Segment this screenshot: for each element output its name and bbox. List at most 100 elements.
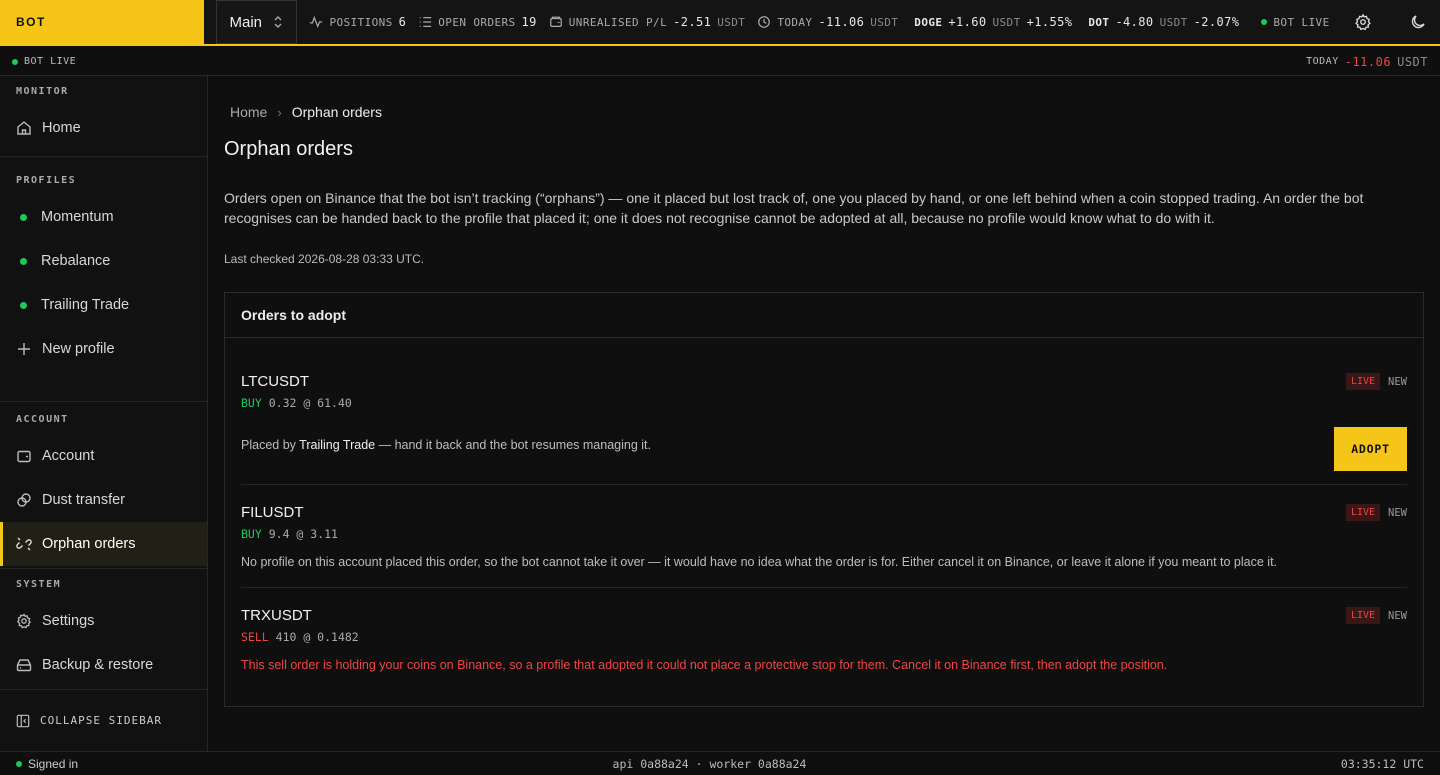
live-badge: LIVE: [1345, 373, 1381, 390]
order-symbol: FILUSDT: [241, 504, 304, 521]
note-prefix: Placed by: [241, 438, 300, 452]
sidebar: MONITOR Home PROFILES Momentum Rebalance…: [0, 76, 208, 751]
today-stat[interactable]: TODAY -11.06 USDT: [757, 15, 898, 29]
order-side-qty: BUY 0.32 @ 61.40: [241, 396, 1407, 410]
sidebar-item-dust-transfer[interactable]: Dust transfer: [0, 478, 207, 522]
order-tags: LIVE NEW: [1345, 504, 1407, 521]
unrealised-unit: USDT: [717, 15, 746, 29]
today-value: -11.06: [818, 15, 865, 29]
status-dot-icon: [20, 213, 27, 221]
collapse-icon: [16, 714, 30, 727]
sidebar-item-backup-restore[interactable]: Backup & restore: [0, 643, 207, 687]
signed-in-label: Signed in: [28, 756, 79, 771]
order-qty: 0.32 @ 61.40: [268, 396, 352, 410]
section-account: ACCOUNT: [16, 413, 69, 425]
order-side: SELL: [241, 630, 269, 644]
main-content: Home › Orphan orders Orphan orders Order…: [208, 76, 1440, 751]
profile-select[interactable]: Main: [216, 0, 298, 44]
sidebar-item-new-profile[interactable]: New profile: [0, 327, 207, 371]
sidebar-item-label: Orphan orders: [42, 536, 136, 552]
settings-button[interactable]: [1342, 0, 1385, 44]
open-orders-value: 19: [521, 15, 537, 29]
unrealised-stat[interactable]: UNREALISED P/L -2.51 USDT: [549, 15, 746, 29]
status-strip: BOT LIVE TODAY -11.06 USDT: [0, 48, 1440, 76]
adopt-button[interactable]: ADOPT: [1334, 427, 1407, 471]
sidebar-item-settings[interactable]: Settings: [0, 599, 207, 643]
sidebar-item-trailing-trade[interactable]: Trailing Trade: [0, 283, 207, 327]
bot-live-indicator: BOT LIVE: [1261, 16, 1329, 29]
sidebar-item-account[interactable]: Account: [0, 434, 207, 478]
ticker-change: +1.60: [948, 15, 987, 29]
status-badge: NEW: [1388, 609, 1407, 622]
ticker-unit: USDT: [1159, 15, 1188, 29]
strip-today: TODAY -11.06 USDT: [1306, 55, 1428, 69]
activity-icon: [310, 15, 323, 29]
ticker-pct: -2.07%: [1193, 15, 1240, 29]
brand-logo[interactable]: BOT: [0, 0, 205, 45]
plus-icon: [18, 343, 30, 355]
breadcrumb-home[interactable]: Home: [230, 104, 267, 120]
positions-value: 6: [398, 15, 407, 29]
strip-today-label: TODAY: [1306, 56, 1339, 67]
open-orders-label: OPEN ORDERS: [438, 15, 516, 29]
open-orders-stat[interactable]: OPEN ORDERS 19: [418, 15, 537, 29]
last-checked: Last checked 2026-08-28 03:33 UTC.: [224, 252, 425, 266]
order-warning: This sell order is holding your coins on…: [241, 658, 1168, 672]
theme-toggle-button[interactable]: [1397, 0, 1440, 44]
live-dot-icon: [12, 58, 18, 65]
unrealised-label: UNREALISED P/L: [568, 15, 668, 29]
order-tags: LIVE NEW: [1345, 373, 1407, 390]
sidebar-item-label: Dust transfer: [42, 492, 125, 508]
sidebar-item-label: New profile: [42, 341, 115, 357]
gear-icon: [1355, 13, 1372, 31]
wallet-icon: [549, 16, 562, 27]
sidebar-item-momentum[interactable]: Momentum: [0, 195, 207, 239]
sidebar-item-rebalance[interactable]: Rebalance: [0, 239, 207, 283]
strip-bot-live-label: BOT LIVE: [24, 56, 77, 67]
hard-drive-icon: [16, 659, 32, 672]
build-info: api 0a88a24 · worker 0a88a24: [612, 756, 807, 771]
order-side-qty: BUY 9.4 @ 3.11: [241, 527, 1407, 541]
page-description: Orders open on Binance that the bot isn’…: [224, 190, 1364, 226]
order-side-qty: SELL 410 @ 0.1482: [241, 630, 1407, 644]
order-row-ltcusdt: LTCUSDT BUY 0.32 @ 61.40 LIVE NEW Placed…: [241, 373, 1407, 483]
ticker-doge[interactable]: DOGE +1.60 USDT +1.55%: [914, 15, 1072, 29]
live-dot-icon: [1261, 19, 1268, 25]
order-qty: 410 @ 0.1482: [275, 630, 359, 644]
sidebar-item-label: Home: [42, 120, 81, 136]
order-side: BUY: [241, 396, 262, 410]
section-profiles: PROFILES: [16, 174, 77, 186]
collapse-sidebar-button[interactable]: COLLAPSE SIDEBAR: [0, 689, 207, 751]
moon-icon: [1412, 15, 1426, 29]
ticker-pct: +1.55%: [1026, 15, 1073, 29]
sidebar-item-label: Account: [42, 448, 95, 464]
live-badge: LIVE: [1345, 504, 1381, 521]
ticker-unit: USDT: [992, 15, 1021, 29]
sidebar-item-label: Rebalance: [41, 253, 111, 269]
strip-bot-live: BOT LIVE: [12, 56, 76, 67]
order-note: Placed by Trailing Trade — hand it back …: [241, 438, 651, 452]
status-dot-icon: [20, 301, 27, 309]
positions-stat[interactable]: POSITIONS 6: [309, 15, 406, 29]
home-icon: [17, 121, 31, 135]
order-row-trxusdt: TRXUSDT SELL 410 @ 0.1482 LIVE NEW This …: [241, 607, 1407, 687]
sidebar-item-label: Settings: [42, 613, 95, 629]
sidebar-item-orphan-orders[interactable]: Orphan orders: [0, 522, 207, 566]
ticker-dot[interactable]: DOT -4.80 USDT -2.07%: [1088, 15, 1239, 29]
section-monitor: MONITOR: [16, 85, 69, 97]
clock: 03:35:12 UTC: [1340, 756, 1424, 771]
order-row-filusdt: FILUSDT BUY 9.4 @ 3.11 LIVE NEW No profi…: [241, 504, 1407, 584]
bot-live-label: BOT LIVE: [1273, 15, 1330, 29]
unrealised-value: -2.51: [673, 15, 712, 29]
sidebar-item-home[interactable]: Home: [0, 106, 207, 150]
order-symbol: TRXUSDT: [241, 607, 312, 624]
strip-today-value: -11.06: [1344, 54, 1392, 69]
clock-icon: [758, 16, 771, 28]
wallet-icon: [17, 450, 31, 463]
panel-title: Orders to adopt: [225, 293, 1423, 338]
orders-panel: Orders to adopt LTCUSDT BUY 0.32 @ 61.40…: [224, 292, 1424, 707]
ticker-change: -4.80: [1115, 15, 1154, 29]
note-suffix: — hand it back and the bot resumes manag…: [375, 438, 651, 452]
gear-icon: [16, 613, 32, 629]
positions-label: POSITIONS: [329, 15, 393, 29]
